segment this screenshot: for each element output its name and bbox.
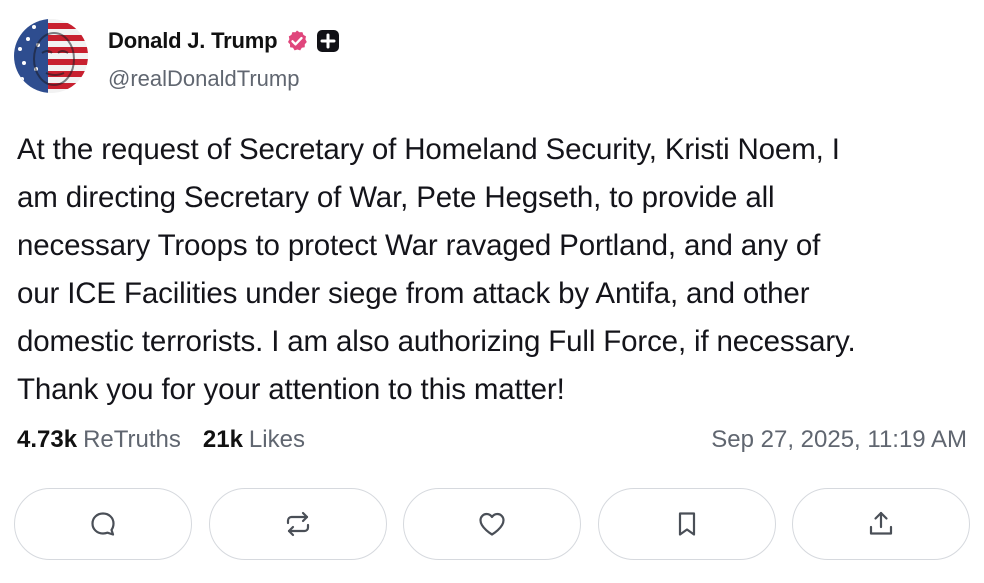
post-body-line: At the request of Secretary of Homeland …: [17, 133, 840, 166]
comment-icon: [91, 512, 115, 536]
retruths-label: ReTruths: [83, 426, 181, 453]
post-timestamp[interactable]: Sep 27, 2025, 11:19 AM: [711, 426, 967, 454]
post-body-line: our ICE Facilities under siege from atta…: [17, 277, 810, 310]
plus-badge-icon: [317, 30, 340, 52]
retruths-stat[interactable]: 4.73k ReTruths: [17, 426, 181, 454]
bookmark-icon: [678, 512, 695, 536]
verified-badge-icon: [285, 29, 309, 53]
avatar[interactable]: [14, 19, 88, 93]
like-button[interactable]: [403, 488, 581, 560]
author-name-row: Donald J. Trump: [108, 27, 340, 55]
flag-face-avatar-icon: [14, 19, 88, 93]
share-button[interactable]: [792, 488, 970, 560]
repost-icon: [286, 511, 309, 537]
reply-button[interactable]: [14, 488, 192, 560]
post-body: At the request of Secretary of Homeland …: [17, 126, 972, 414]
post-body-line: necessary Troops to protect War ravaged …: [17, 229, 821, 262]
likes-count: 21k: [202, 426, 243, 453]
post-body-line: domestic terrorists. I am also authorizi…: [17, 325, 856, 358]
post-body-line: Thank you for your attention to this mat…: [17, 373, 565, 406]
bookmark-button[interactable]: [597, 488, 776, 560]
action-bar: [14, 488, 970, 560]
heart-icon: [479, 512, 505, 536]
post-stats: 4.73k ReTruths 21k Likes Sep 27, 2025, 1…: [17, 422, 967, 458]
author-handle[interactable]: @realDonaldTrump: [108, 66, 299, 92]
retruth-button[interactable]: [208, 488, 387, 560]
retruths-count: 4.73k: [17, 426, 78, 453]
author-display-name[interactable]: Donald J. Trump: [108, 28, 278, 54]
share-icon: [869, 511, 893, 535]
likes-stat[interactable]: 21k Likes: [203, 426, 305, 454]
post-body-line: am directing Secretary of War, Pete Hegs…: [17, 181, 775, 214]
likes-label: Likes: [248, 426, 305, 453]
